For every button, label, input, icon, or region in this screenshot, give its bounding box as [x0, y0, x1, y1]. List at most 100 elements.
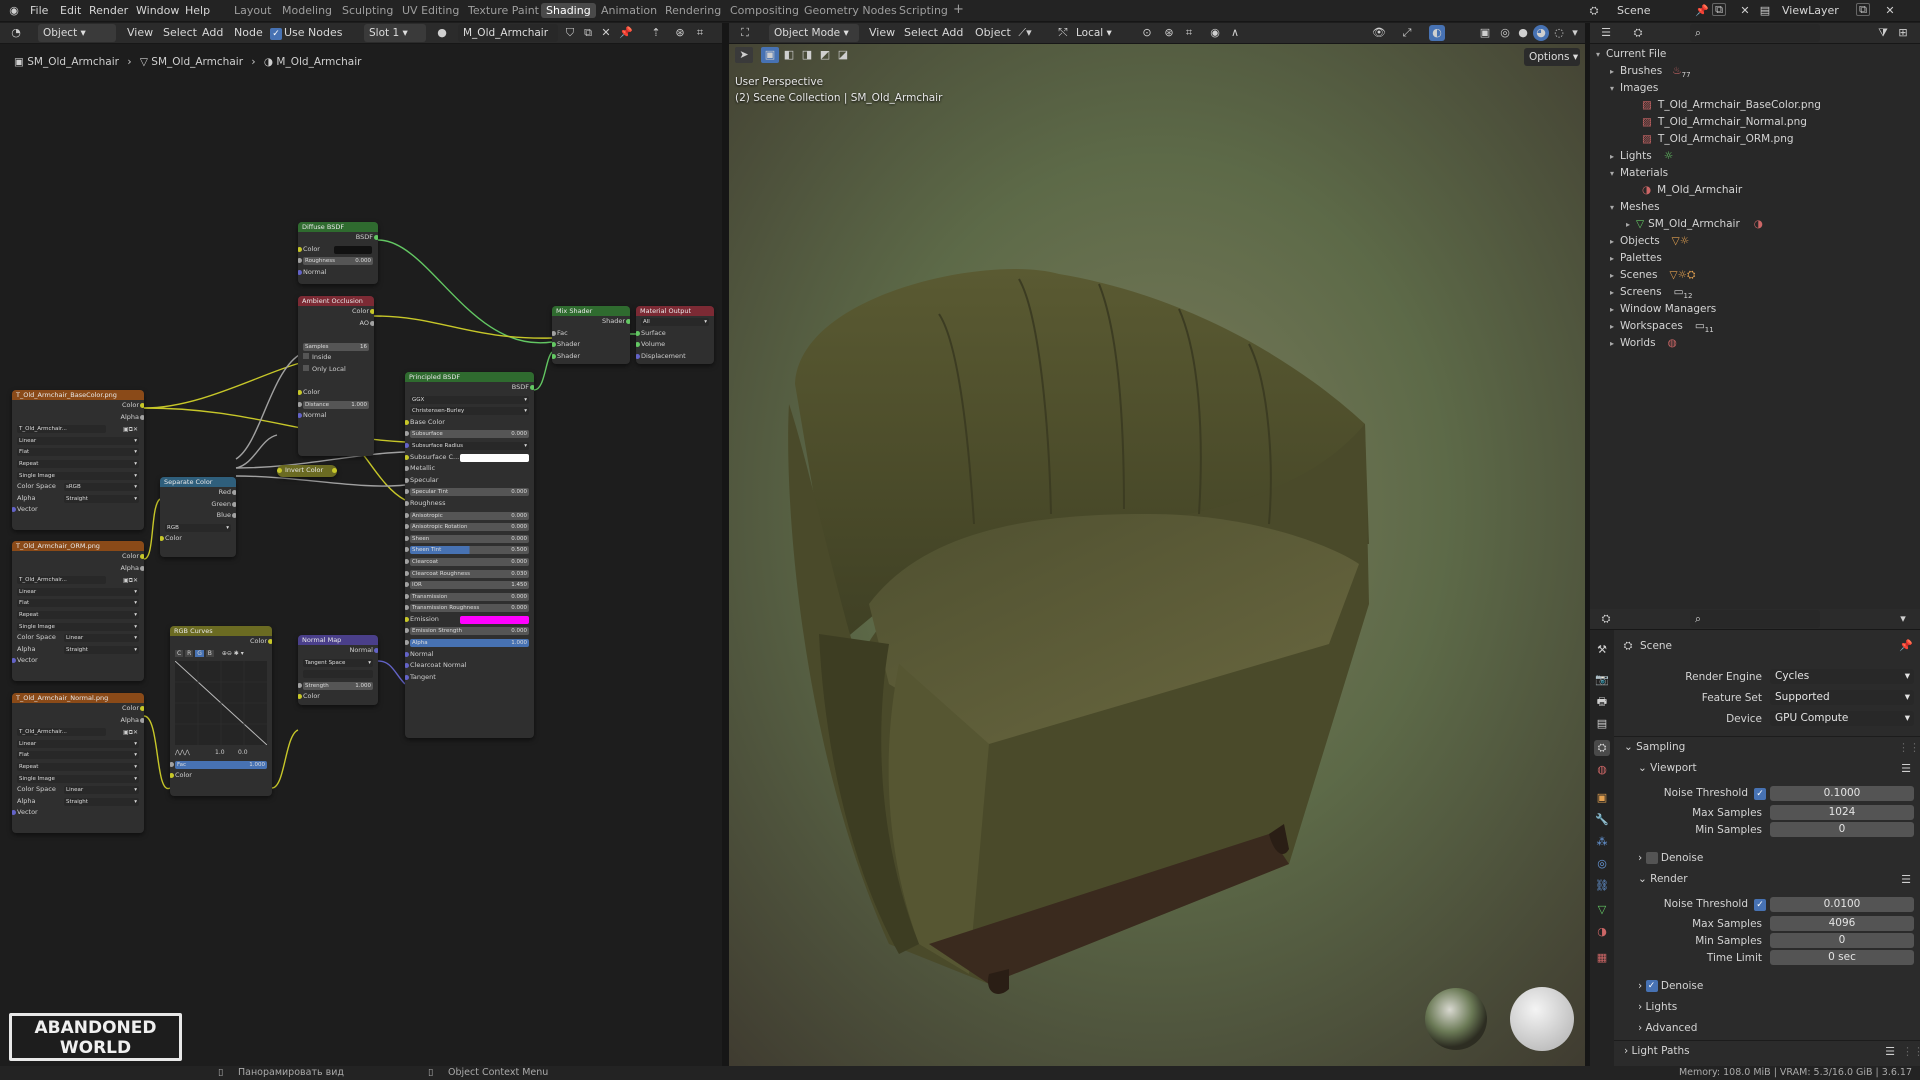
outliner-item-workspaces[interactable]: ▸ Workspaces ▭11	[1610, 318, 1714, 334]
expand-icon[interactable]: ▸	[1626, 217, 1636, 233]
space-dropdown[interactable]: Tangent Space ▾	[303, 658, 373, 667]
node-invert-color[interactable]: Invert Color	[277, 465, 337, 477]
options-dropdown[interactable]: Options ▾	[1524, 48, 1580, 66]
anisotropic-field[interactable]: Anisotropic 0.000	[410, 511, 529, 520]
tab-shading[interactable]: Shading	[541, 3, 596, 18]
menu-view[interactable]: View	[127, 24, 153, 42]
outliner-item-images[interactable]: ▾ Images	[1610, 80, 1658, 96]
node-title[interactable]: T_Old_Armchair_BaseColor.png	[12, 390, 144, 400]
projection-dropdown[interactable]: Flat ▾	[17, 599, 139, 608]
data-tab-icon[interactable]: ▽	[1594, 902, 1610, 918]
blender-logo-icon[interactable]: ◉	[6, 3, 22, 19]
alpha-mode-dropdown[interactable]: Straight ▾	[64, 494, 139, 503]
add-workspace-button[interactable]: +	[953, 2, 964, 17]
curve-point-tools-icon[interactable]: ⋀⋀⋀	[175, 749, 190, 756]
subsurface-method-dropdown[interactable]: Christensen-Burley ▾	[410, 407, 529, 416]
image-selector[interactable]: T_Old_Armchair...	[17, 728, 106, 737]
samples-field[interactable]: Samples 16	[303, 342, 369, 351]
target-dropdown[interactable]: All ▾	[641, 318, 709, 326]
subsurface-socket[interactable]	[405, 431, 409, 437]
strength-field[interactable]: Strength 1.000	[303, 681, 373, 690]
render-tab-icon[interactable]: 📷	[1594, 672, 1610, 688]
expand-icon[interactable]: ▸	[1610, 64, 1620, 80]
light-paths-panel[interactable]: › Light Paths	[1624, 1045, 1690, 1057]
presets-icon[interactable]: ☰	[1898, 761, 1914, 777]
extension-dropdown[interactable]: Repeat ▾	[17, 610, 139, 619]
viewport-max-samples-field[interactable]: 1024	[1770, 805, 1914, 820]
render-noise-threshold-field[interactable]: 0.0100	[1770, 897, 1914, 912]
alpha-output-socket[interactable]	[140, 717, 144, 723]
falloff-icon[interactable]: ∧	[1227, 25, 1243, 41]
snap-target-icon[interactable]: ⌗	[1181, 25, 1197, 41]
alpha-output-socket[interactable]	[140, 565, 144, 571]
delete-scene-icon[interactable]: ✕	[1737, 3, 1753, 19]
render-min-samples-field[interactable]: 0	[1770, 933, 1914, 948]
ior-socket[interactable]	[405, 582, 409, 588]
outliner-item-screens[interactable]: ▸ Screens ▭12	[1610, 284, 1692, 300]
displacement-input-socket[interactable]	[636, 353, 640, 359]
specular-socket[interactable]	[405, 477, 409, 483]
3d-viewport[interactable]: ➤ ▣ ◧ ◨ ◩ ◪ Options ▾ User Perspective (…	[729, 44, 1585, 1066]
presets-icon[interactable]: ☰	[1898, 872, 1914, 888]
unlink-material-icon[interactable]: ✕	[598, 25, 614, 41]
solid-shading-icon[interactable]: ●	[1515, 25, 1531, 41]
new-scene-icon[interactable]: ⧉	[1712, 3, 1726, 16]
snap-icon[interactable]: ⊛	[672, 25, 688, 41]
pivot-icon[interactable]: ⊙	[1139, 25, 1155, 41]
outliner-item-window-managers[interactable]: ▸ Window Managers	[1610, 301, 1716, 317]
object-type-dropdown[interactable]: Object ▾	[38, 24, 116, 42]
tab-rendering[interactable]: Rendering	[665, 4, 721, 17]
constraints-tab-icon[interactable]: ⛓	[1594, 878, 1610, 894]
outliner-item-materials[interactable]: ▾ Materials	[1610, 165, 1668, 181]
duplicate-material-icon[interactable]: ⧉	[580, 25, 596, 41]
expand-icon[interactable]: ▸	[1610, 302, 1620, 318]
output-tab-icon[interactable]: 🖶	[1594, 694, 1610, 710]
color-output-socket[interactable]	[332, 468, 337, 473]
expand-icon[interactable]: ▾	[1596, 47, 1606, 63]
roughness-input-socket[interactable]	[298, 258, 302, 264]
viewlayer-name[interactable]: ViewLayer	[1782, 4, 1839, 17]
editor-type-icon[interactable]: ☰	[1598, 25, 1614, 41]
material-browse-icon[interactable]: ●	[434, 25, 450, 41]
modifiers-tab-icon[interactable]: 🔧	[1594, 812, 1610, 828]
node-image-orm[interactable]: T_Old_Armchair_ORM.png Color Alpha T_Old…	[12, 541, 144, 681]
tab-layout[interactable]: Layout	[234, 4, 271, 17]
expand-icon[interactable]: ▸	[1610, 251, 1620, 267]
select-extend-icon[interactable]: ◧	[781, 47, 797, 63]
emission-color-swatch[interactable]	[460, 615, 529, 624]
presets-icon[interactable]: ☰	[1882, 1044, 1898, 1060]
menu-add[interactable]: Add	[942, 24, 963, 42]
select-new-icon[interactable]: ▣	[761, 47, 779, 63]
source-dropdown[interactable]: Single Image ▾	[17, 774, 139, 783]
outliner-item-brushes[interactable]: ▸ Brushes ♨77	[1610, 63, 1691, 79]
tab-compositing[interactable]: Compositing	[730, 4, 799, 17]
menu-add[interactable]: Add	[202, 24, 223, 42]
slot-dropdown[interactable]: Slot 1 ▾	[364, 24, 426, 42]
subsurface-radius-socket[interactable]	[405, 442, 409, 448]
outliner-item-material[interactable]: ◑ M_Old_Armchair	[1642, 182, 1742, 198]
outliner-root[interactable]: ▾ Current File	[1596, 46, 1666, 62]
object-tab-icon[interactable]: ▣	[1594, 790, 1610, 806]
outliner-item-image-basecolor[interactable]: ▨ T_Old_Armchair_BaseColor.png	[1642, 97, 1821, 113]
node-title[interactable]: Normal Map	[298, 635, 378, 645]
overlays-icon[interactable]: ◐	[1429, 25, 1445, 41]
roughness-socket[interactable]	[405, 500, 409, 506]
tab-geometry-nodes[interactable]: Geometry Nodes	[804, 4, 897, 17]
material-name-field[interactable]: M_Old_Armchair	[458, 24, 558, 42]
menu-node[interactable]: Node	[234, 24, 263, 42]
menu-object[interactable]: Object	[975, 24, 1011, 42]
vector-input-socket[interactable]	[12, 810, 16, 816]
outliner-item-image-orm[interactable]: ▨ T_Old_Armchair_ORM.png	[1642, 131, 1794, 147]
clearcoat-socket[interactable]	[405, 558, 409, 564]
white-preview-sphere[interactable]	[1510, 987, 1574, 1051]
source-dropdown[interactable]: Single Image ▾	[17, 471, 139, 480]
lights-subpanel[interactable]: › Lights	[1638, 1001, 1677, 1013]
render-denoise-checkbox[interactable]: ✓	[1645, 980, 1658, 992]
alpha-mode-dropdown[interactable]: Straight ▾	[64, 797, 139, 806]
render-max-samples-field[interactable]: 4096	[1770, 916, 1914, 931]
tab-modeling[interactable]: Modeling	[282, 4, 332, 17]
render-noise-threshold-checkbox[interactable]: ✓	[1754, 899, 1766, 911]
viewport-denoise-checkbox[interactable]	[1645, 852, 1658, 864]
curve-channel-c[interactable]: C	[175, 649, 184, 657]
color-input-socket[interactable]	[298, 694, 302, 700]
